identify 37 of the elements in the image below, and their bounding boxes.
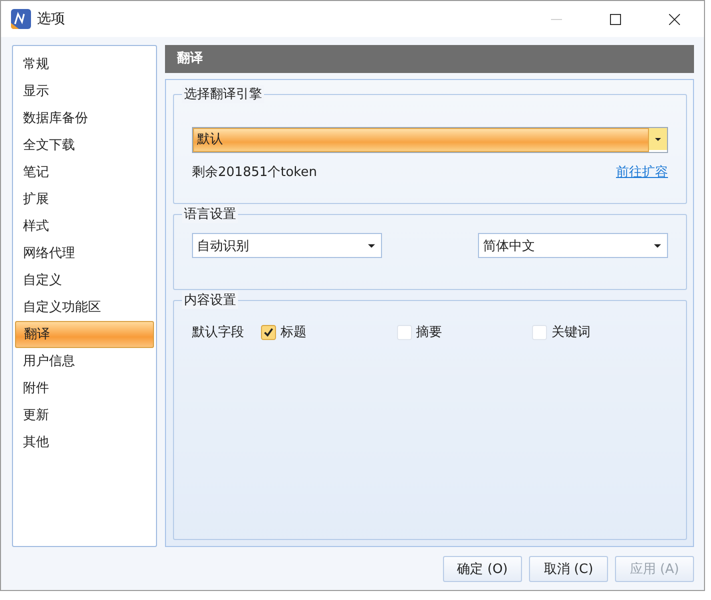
panel-header: 翻译 bbox=[165, 45, 694, 73]
sidebar-item[interactable]: 样式 bbox=[15, 213, 154, 240]
checkbox-label: 摘要 bbox=[416, 324, 442, 341]
group-title: 语言设置 bbox=[182, 205, 238, 223]
sidebar-item[interactable]: 附件 bbox=[15, 375, 154, 402]
window-title: 选项 bbox=[37, 10, 65, 28]
dropdown-arrow-icon bbox=[654, 244, 661, 248]
source-language-dropdown[interactable]: 自动识别 bbox=[192, 233, 382, 258]
sidebar-item[interactable]: 用户信息 bbox=[15, 348, 154, 375]
checkbox[interactable] bbox=[261, 324, 276, 340]
target-language-dropdown[interactable]: 简体中文 bbox=[478, 233, 668, 258]
sidebar-item[interactable]: 自定义功能区 bbox=[15, 294, 154, 321]
engine-dropdown[interactable]: 默认 bbox=[192, 127, 668, 153]
token-remaining-text: 剩余201851个token bbox=[192, 164, 317, 181]
sidebar-item[interactable]: 常规 bbox=[15, 51, 154, 78]
dialog-button[interactable]: 确定 (O) bbox=[443, 556, 522, 582]
field-label: 默认字段 bbox=[192, 324, 245, 341]
sidebar-item[interactable]: 全文下载 bbox=[15, 132, 154, 159]
sidebar-item[interactable]: 自定义 bbox=[15, 267, 154, 294]
group-title: 选择翻译引擎 bbox=[182, 85, 264, 103]
expand-link[interactable]: 前往扩容 bbox=[616, 163, 668, 181]
sidebar-item[interactable]: 网络代理 bbox=[15, 240, 154, 267]
sidebar-item[interactable]: 更新 bbox=[15, 402, 154, 429]
sidebar-item[interactable]: 数据库备份 bbox=[15, 105, 154, 132]
close-icon[interactable] bbox=[669, 14, 680, 24]
sidebar-item[interactable]: 扩展 bbox=[15, 186, 154, 213]
dialog-button[interactable]: 取消 (C) bbox=[529, 556, 608, 582]
sidebar-item[interactable]: 其他 bbox=[15, 429, 154, 456]
sidebar-item[interactable]: 显示 bbox=[15, 78, 154, 105]
checkbox-label: 标题 bbox=[280, 324, 306, 341]
sidebar-item[interactable]: 笔记 bbox=[15, 159, 154, 186]
sidebar-item[interactable]: 翻译 bbox=[15, 321, 154, 348]
dropdown-arrow-icon bbox=[368, 244, 375, 248]
group-title: 内容设置 bbox=[182, 291, 238, 309]
maximize-icon[interactable] bbox=[610, 14, 621, 24]
app-logo-icon bbox=[11, 9, 31, 29]
checkbox-label: 关键词 bbox=[551, 324, 590, 341]
